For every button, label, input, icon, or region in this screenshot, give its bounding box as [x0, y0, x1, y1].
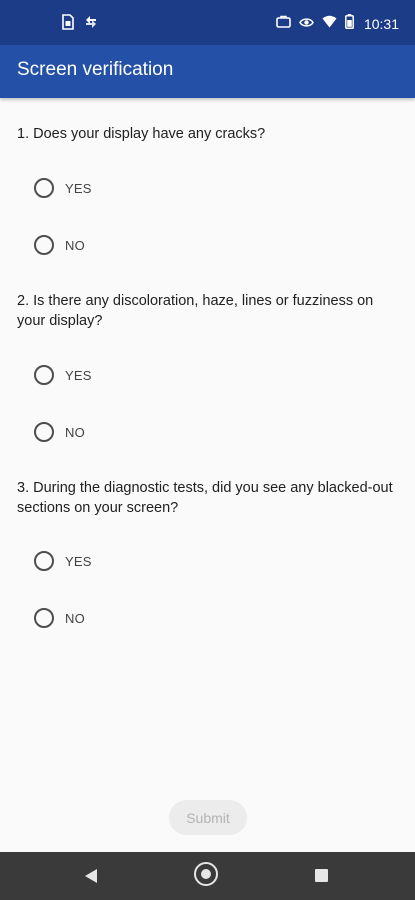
status-time: 10:31	[363, 16, 399, 32]
question-1-text: 1. Does your display have any cracks?	[17, 126, 266, 142]
submit-button[interactable]: Submit	[169, 800, 247, 835]
back-icon[interactable]	[84, 868, 98, 889]
briefcase-icon	[276, 15, 291, 33]
radio-unchecked-icon[interactable]	[34, 178, 54, 198]
option-label: NO	[65, 237, 85, 253]
radio-unchecked-icon[interactable]	[34, 422, 54, 442]
eye-icon	[299, 15, 314, 33]
wifi-icon	[322, 15, 337, 33]
home-icon-dot	[201, 869, 211, 879]
radio-unchecked-icon[interactable]	[34, 365, 54, 385]
question-2-text: 2. Is there any discoloration, haze, lin…	[17, 293, 374, 329]
option-label: YES	[65, 180, 92, 196]
app-bar: Screen verification	[0, 45, 415, 98]
recents-icon[interactable]	[315, 869, 328, 882]
option-label: NO	[65, 424, 85, 440]
option-label: YES	[65, 553, 92, 569]
option-label: NO	[65, 610, 85, 626]
status-right-icons: 10:31	[276, 14, 399, 34]
question-3-no-option[interactable]: NO	[34, 606, 85, 630]
question-1-no-option[interactable]: NO	[34, 233, 85, 257]
status-left-icons	[62, 14, 98, 35]
radio-unchecked-icon[interactable]	[34, 551, 54, 571]
question-3-text: 3. During the diagnostic tests, did you …	[17, 480, 393, 516]
battery-icon	[345, 14, 354, 34]
data-transfer-icon	[84, 15, 98, 34]
option-label: YES	[65, 367, 92, 383]
page-title: Screen verification	[17, 59, 174, 80]
sim-card-icon	[62, 14, 74, 35]
question-2-yes-option[interactable]: YES	[34, 363, 92, 387]
question-2-no-option[interactable]: NO	[34, 420, 85, 444]
radio-unchecked-icon[interactable]	[34, 608, 54, 628]
system-nav-bar	[0, 852, 415, 900]
status-bar: 10:31	[0, 0, 415, 45]
question-1-yes-option[interactable]: YES	[34, 176, 92, 200]
radio-unchecked-icon[interactable]	[34, 235, 54, 255]
home-icon[interactable]	[194, 862, 218, 886]
question-3-yes-option[interactable]: YES	[34, 549, 92, 573]
